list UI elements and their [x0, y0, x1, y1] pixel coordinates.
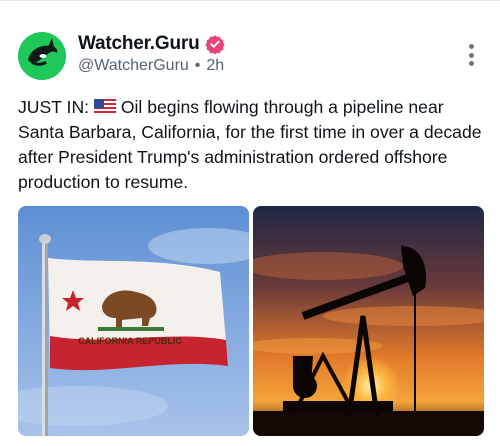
flag-text: CALIFORNIA REPUBLIC [78, 336, 182, 346]
orca-logo-icon [18, 32, 66, 80]
author-handle[interactable]: @WatcherGuru [78, 57, 189, 75]
handle-row: @WatcherGuru • 2h [78, 57, 224, 75]
us-flag-icon [93, 99, 116, 115]
media-grid: CALIFORNIA REPUBLIC [18, 206, 484, 436]
california-flag-image[interactable]: CALIFORNIA REPUBLIC [18, 206, 249, 436]
author-name[interactable]: Watcher.Guru [78, 33, 200, 55]
tweet-card: Watcher.Guru @WatcherGuru • 2h JUST IN: … [0, 0, 500, 446]
divider [0, 0, 500, 1]
avatar[interactable] [18, 32, 66, 80]
oil-pumpjack-image[interactable] [253, 206, 484, 436]
separator-dot: • [194, 57, 201, 74]
text-prefix: JUST IN: [18, 97, 90, 117]
post-time[interactable]: 2h [206, 57, 224, 75]
verified-badge-icon [205, 35, 226, 54]
more-options-icon[interactable] [468, 44, 474, 66]
author-row: Watcher.Guru [78, 33, 226, 55]
tweet-text: JUST IN: Oil begins flowing through a pi… [18, 95, 484, 195]
